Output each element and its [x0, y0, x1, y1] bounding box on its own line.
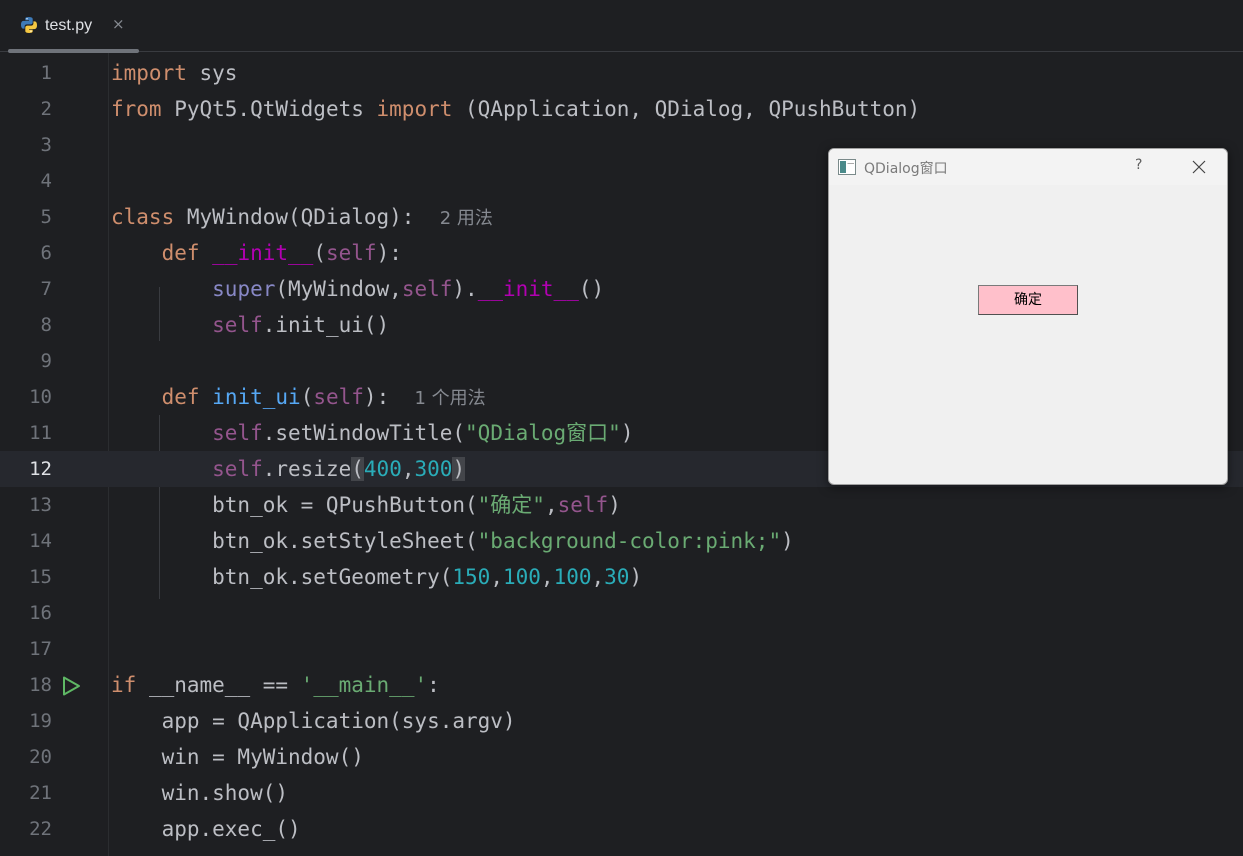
- code-text: app.exec_(): [111, 817, 301, 841]
- code-line-22: 22 app.exec_(): [0, 811, 1243, 847]
- run-icon[interactable]: [60, 675, 82, 697]
- line-number: 13: [29, 494, 52, 516]
- usage-hint[interactable]: 2 用法: [440, 208, 493, 229]
- code-text: class MyWindow(QDialog): 2 用法: [111, 205, 493, 229]
- python-icon: [21, 17, 37, 33]
- code-text: btn_ok.setGeometry(150,100,100,30): [111, 565, 643, 589]
- line-number: 7: [40, 278, 52, 300]
- tab-close-icon[interactable]: ×: [112, 15, 125, 33]
- code-line-19: 19 app = QApplication(sys.argv): [0, 703, 1243, 739]
- code-line-18: 18 if __name__ == '__main__':: [0, 667, 1243, 703]
- code-text: self.init_ui(): [212, 313, 390, 337]
- code-line-1: 1 import sys: [0, 55, 1243, 91]
- tab-filename: test.py: [45, 17, 93, 34]
- tab-test-py[interactable]: test.py ×: [4, 0, 139, 53]
- line-number: 9: [40, 350, 52, 372]
- line-number: 6: [40, 242, 52, 264]
- editor-tab-bar: test.py ×: [0, 0, 1243, 53]
- code-line-21: 21 win.show(): [0, 775, 1243, 811]
- qdialog-window[interactable]: QDialog窗口 ? 确定: [828, 148, 1228, 485]
- line-number: 10: [29, 386, 52, 408]
- line-number: 2: [40, 98, 52, 120]
- line-number: 17: [29, 638, 52, 660]
- line-number: 16: [29, 602, 52, 624]
- line-number: 22: [29, 818, 52, 840]
- usage-hint[interactable]: 1 个用法: [415, 388, 486, 409]
- line-number: 19: [29, 710, 52, 732]
- code-text: self.setWindowTitle("QDialog窗口"): [212, 421, 634, 445]
- code-text: def init_ui(self): 1 个用法: [161, 385, 486, 409]
- line-number: 21: [29, 782, 52, 804]
- code-text: def __init__(self):: [161, 241, 402, 265]
- line-number: 11: [29, 422, 52, 444]
- code-line-13: 13 btn_ok = QPushButton("确定",self): [0, 487, 1243, 523]
- code-text: if __name__ == '__main__':: [111, 673, 440, 697]
- dialog-title: QDialog窗口: [864, 161, 948, 177]
- line-number: 14: [29, 530, 52, 552]
- code-text: win.show(): [111, 781, 289, 805]
- line-number: 12: [29, 458, 52, 480]
- code-text: self.resize(400,300): [212, 457, 466, 481]
- code-line-16: 16: [0, 595, 1243, 631]
- close-icon[interactable]: [1191, 159, 1207, 175]
- code-text: app = QApplication(sys.argv): [111, 709, 516, 733]
- code-line-20: 20 win = MyWindow(): [0, 739, 1243, 775]
- code-text: from PyQt5.QtWidgets import (QApplicatio…: [111, 97, 921, 121]
- line-number: 5: [40, 206, 52, 228]
- code-line-15: 15 btn_ok.setGeometry(150,100,100,30): [0, 559, 1243, 595]
- code-text: import sys: [111, 61, 238, 85]
- code-text: btn_ok = QPushButton("确定",self): [111, 493, 621, 517]
- line-number: 8: [40, 314, 52, 336]
- line-number: 4: [40, 170, 52, 192]
- code-text: super(MyWindow,self).__init__(): [212, 277, 605, 301]
- code-text: win = MyWindow(): [111, 745, 364, 769]
- line-number: 3: [40, 134, 52, 156]
- help-button[interactable]: ?: [1135, 157, 1142, 173]
- line-number: 20: [29, 746, 52, 768]
- line-number: 1: [40, 62, 52, 84]
- code-line-17: 17: [0, 631, 1243, 667]
- code-line-14: 14 btn_ok.setStyleSheet("background-colo…: [0, 523, 1243, 559]
- window-app-icon: [838, 159, 856, 175]
- line-number: 15: [29, 566, 52, 588]
- ok-button[interactable]: 确定: [978, 285, 1078, 315]
- dialog-titlebar[interactable]: QDialog窗口 ?: [829, 149, 1227, 185]
- line-number: 18: [29, 674, 52, 696]
- code-text: btn_ok.setStyleSheet("background-color:p…: [111, 529, 794, 553]
- code-line-2: 2 from PyQt5.QtWidgets import (QApplicat…: [0, 91, 1243, 127]
